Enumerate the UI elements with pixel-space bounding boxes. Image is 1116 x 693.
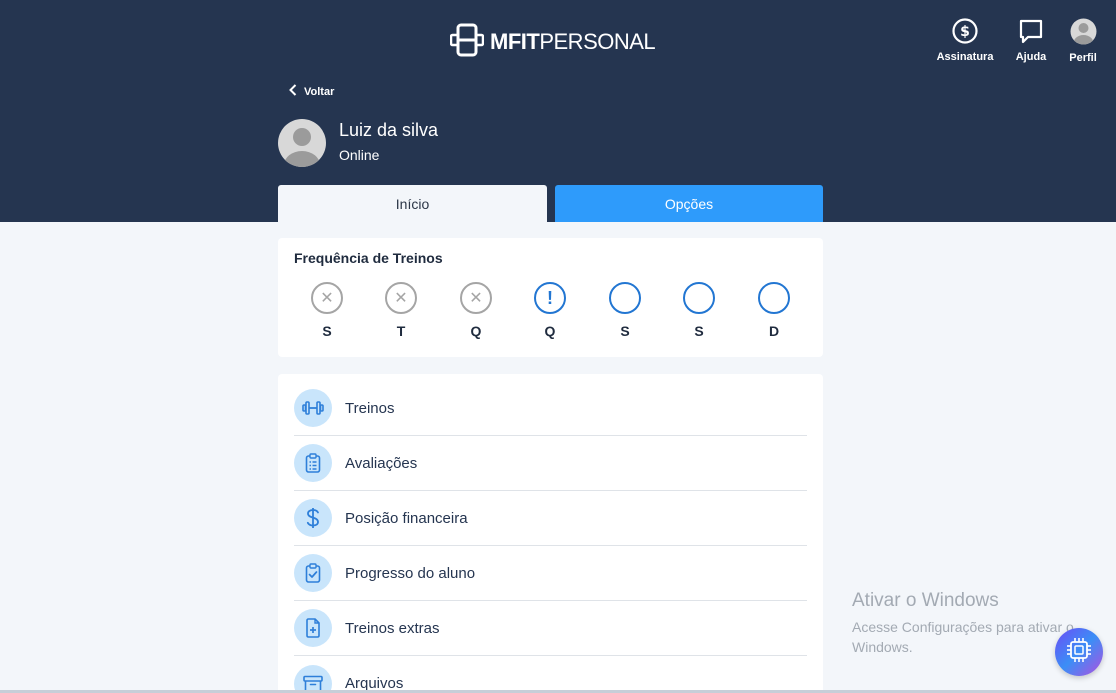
day-indicator[interactable]: ! Q [533, 282, 567, 339]
svg-text:$: $ [960, 24, 970, 40]
ajuda-button[interactable]: Ajuda [1014, 17, 1048, 63]
student-avatar [278, 119, 326, 167]
watermark-line-2: Windows. [852, 639, 913, 655]
menu-item-label: Posição financeira [345, 509, 468, 527]
student-status: Online [339, 146, 380, 163]
exclamation-icon: ! [534, 282, 566, 314]
archive-icon [294, 664, 332, 693]
clipboard-icon [294, 444, 332, 482]
file-plus-icon [294, 609, 332, 647]
chip-icon [1064, 635, 1094, 670]
back-link[interactable]: Voltar [289, 84, 334, 99]
day-indicator[interactable]: ✕ S [310, 282, 344, 339]
menu-item-treinos-extras[interactable]: Treinos extras [294, 601, 807, 656]
user-avatar-icon [1070, 17, 1097, 45]
app-header: MFIT PERSONAL $ Assinatura Ajuda Perfil … [0, 0, 1116, 222]
day-label: S [694, 323, 704, 339]
day-indicator[interactable]: S [608, 282, 642, 339]
day-label: T [396, 323, 406, 339]
dollar-icon [294, 499, 332, 537]
menu-item-progresso[interactable]: Progresso do aluno [294, 546, 807, 601]
missed-icon: ✕ [385, 282, 417, 314]
ajuda-label: Ajuda [1015, 51, 1047, 63]
dumbbell-logo-icon [449, 23, 485, 62]
menu-item-arquivos[interactable]: Arquivos [294, 656, 807, 693]
day-indicator[interactable]: ✕ T [384, 282, 418, 339]
missed-icon: ✕ [460, 282, 492, 314]
perfil-button[interactable]: Perfil [1066, 17, 1100, 64]
menu-item-label: Treinos extras [345, 619, 440, 637]
missed-icon: ✕ [311, 282, 343, 314]
logo-text: MFIT PERSONAL [490, 29, 656, 55]
day-indicator[interactable]: S [682, 282, 716, 339]
student-info: Luiz da silva Online [339, 120, 438, 163]
app-logo[interactable]: MFIT PERSONAL [449, 23, 656, 62]
options-menu: Treinos Avaliações Posição financeira Pr… [278, 374, 823, 693]
watermark-title: Ativar o Windows [852, 590, 999, 611]
perfil-label: Perfil [1069, 52, 1097, 64]
tab-inicio[interactable]: Início [278, 185, 547, 222]
menu-item-avaliacoes[interactable]: Avaliações [294, 436, 807, 491]
student-name: Luiz da silva [339, 119, 439, 140]
pending-circle-icon [683, 282, 715, 314]
clipboard-check-icon [294, 554, 332, 592]
day-label: S [620, 323, 630, 339]
day-label: S [322, 323, 332, 339]
menu-item-posicao-financeira[interactable]: Posição financeira [294, 491, 807, 546]
assinatura-button[interactable]: $ Assinatura [937, 17, 993, 63]
chevron-left-icon [289, 84, 297, 99]
menu-item-label: Avaliações [345, 454, 418, 472]
watermark-line-1: Acesse Configurações para ativar o [852, 619, 1074, 635]
tab-opcoes[interactable]: Opções [555, 185, 823, 222]
day-indicator[interactable]: D [757, 282, 791, 339]
student-profile: Luiz da silva Online [278, 119, 438, 167]
dollar-circle-icon: $ [952, 17, 978, 45]
back-label: Voltar [304, 85, 335, 98]
logo-text-bold: MFIT [490, 29, 540, 54]
dumbbell-icon [294, 389, 332, 427]
frequency-title: Frequência de Treinos [294, 250, 443, 266]
frequency-card: Frequência de Treinos ✕ S ✕ T ✕ Q ! Q S … [278, 238, 823, 357]
windows-activation-watermark: Ativar o Windows Acesse Configurações pa… [852, 590, 1074, 657]
chat-bubble-icon [1018, 17, 1044, 45]
assistant-fab[interactable] [1055, 628, 1103, 676]
pending-circle-icon [758, 282, 790, 314]
pending-circle-icon [609, 282, 641, 314]
user-avatar-icon [284, 128, 320, 167]
menu-item-treinos[interactable]: Treinos [294, 381, 807, 436]
logo-text-regular: PERSONAL [539, 29, 656, 54]
day-indicator[interactable]: ✕ Q [459, 282, 493, 339]
menu-item-label: Treinos [345, 399, 395, 417]
day-label: D [768, 323, 780, 339]
menu-item-label: Progresso do aluno [345, 564, 476, 582]
day-label: Q [470, 323, 482, 339]
assinatura-label: Assinatura [936, 51, 994, 63]
day-label: Q [544, 323, 556, 339]
